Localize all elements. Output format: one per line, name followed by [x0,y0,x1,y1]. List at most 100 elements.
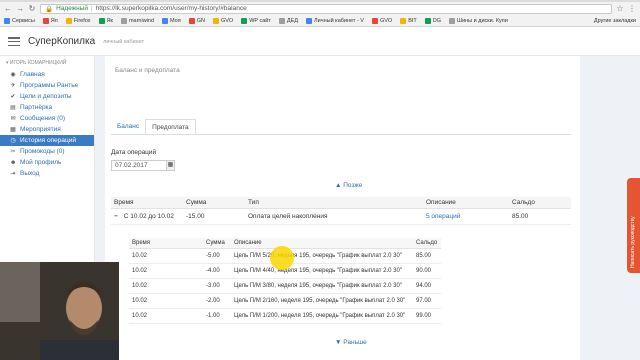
url-text: https://lk.superkopilka.com/user/my-hist… [95,5,247,12]
sidebar-item[interactable]: ✂ Промокоды (0) [0,146,94,157]
feedback-tab[interactable]: Написать руководству [627,178,640,273]
bookmark-icon [4,17,10,24]
bookmark-item[interactable]: Яп [42,17,58,24]
bookmark-item[interactable]: marniwind [120,17,155,24]
sidebar-item[interactable]: ☻ Мой профиль [0,157,94,168]
sidebar-item[interactable]: ◷ История операций [0,135,94,146]
sidebar-item-label: Партнёрка [20,104,53,111]
date-input[interactable] [112,161,166,170]
sub-col-balance: Сальдо [413,238,441,249]
details-sum: -2.00 [203,293,231,309]
details-desc: Цель П/М 1/200, неделя 195, очередь "Гра… [231,308,413,324]
bookmark-item[interactable]: Шины и диски. Купи [449,17,508,24]
sidebar-item[interactable]: ▦ Мероприятия [0,124,94,135]
other-bookmarks[interactable]: Другие закладки [594,18,636,24]
collapse-toggle[interactable]: − [114,213,118,220]
sidebar-item[interactable]: ⇥ Выход [0,168,94,179]
col-type: Тип [245,197,423,209]
col-time: Время [111,197,183,209]
check-icon: ✔ [10,94,16,100]
bookmark-icon [120,17,127,24]
bookmark-label: DG [432,17,442,24]
bookmark-icon [162,17,169,24]
bookmark-label: Як [106,17,113,24]
user-name: ▾ ИГОРЬ КОМАРНИЦКИЙ [6,60,67,66]
bookmark-icon [98,17,105,24]
bookmark-icon [449,17,456,24]
sidebar-item[interactable]: ✉ Сообщения (0) [0,113,94,124]
table-header-row: Время Сумма Тип Описание Сальдо [111,197,571,209]
url-separator: | [90,5,93,12]
star-icon[interactable]: ☆ [616,4,624,13]
details-sum: -1.00 [203,308,231,324]
bookmark-item[interactable]: GVO [371,17,392,24]
sub-col-sum: Сумма [203,238,231,249]
bookmark-item[interactable]: GN [188,17,205,24]
webcam-overlay [0,262,119,360]
sub-col-time: Время [129,238,203,249]
details-row: 10.02 -2.00 Цель П/М 2/160, неделя 195, оч… [129,293,441,309]
back-icon[interactable]: ← [4,4,12,13]
tab-balance[interactable]: Баланс [111,119,145,135]
bookmark-item[interactable]: ДЕД [278,17,298,24]
forward-icon[interactable]: → [16,4,24,13]
tabs: Баланс Предоплата [111,119,196,135]
presenter-video [0,262,119,360]
sidebar-item[interactable]: ✔ Цели и депозиты [0,91,94,102]
cursor-highlight [270,246,294,270]
row-time-cell: − С 10.02 до 10.02 [111,208,183,225]
bookmark-item[interactable]: DG [424,17,442,24]
sidebar-item-label: Выход [20,170,40,177]
bookmark-icon [212,17,219,24]
calendar-icon[interactable]: ▦ [166,161,174,170]
sidebar-item[interactable]: ◉ Главная [0,69,94,80]
bookmark-label: Сервисы [12,17,35,24]
bookmark-item[interactable]: Як [98,17,113,24]
reload-icon[interactable]: ↻ [28,4,36,13]
app-header: СуперКопилка личный кабинет [0,28,640,56]
earlier-link[interactable]: ▼ Раньше [335,339,367,346]
later-link[interactable]: ▲ Позже [335,182,362,189]
details-desc: Цель П/М 5/20, неделя 195, очередь "Граф… [231,248,413,264]
bookmark-item[interactable]: Firefox [65,17,91,24]
row-type: Оплата целей накопления [245,208,423,225]
sidebar-item-label: Главная [20,71,45,78]
menu-icon[interactable]: ⋮ [628,4,636,13]
bookmark-icon [42,17,49,24]
sidebar-item[interactable]: ▤ Партнёрка [0,102,94,113]
calendar-icon: ▦ [10,127,16,133]
bookmark-label: WP сайт [249,17,271,24]
bookmark-icon [188,17,195,24]
details-time: 10.02 [129,278,203,294]
bookmark-item[interactable]: Сервисы [4,17,35,24]
details-desc: Цель П/М 3/80, неделя 195, очередь "Граф… [231,278,413,294]
bookmark-item[interactable]: WP сайт [241,17,271,24]
bookmark-item[interactable]: GVO [212,17,233,24]
bookmark-label: BIT [408,17,417,24]
url-field[interactable]: 🔒 Надежный | https://lk.superkopilka.com… [40,3,612,14]
sidebar-item-label: Промокоды (0) [20,148,65,155]
user-icon: ☻ [10,159,17,166]
details-balance: 85.00 [413,248,441,264]
sidebar-item[interactable]: ✈ Программы Рантье [0,80,94,91]
tab-prepayment[interactable]: Предоплата [145,119,196,135]
row-description-link[interactable]: 5 операций [423,208,509,225]
bookmark-label: marniwind [128,17,155,24]
details-row: 10.02 -3.00 Цель П/М 3/80, неделя 195, оче… [129,278,441,294]
details-time: 10.02 [129,308,203,324]
sidebar-item-label: История операций [20,137,76,144]
col-sum: Сумма [183,197,245,209]
bookmark-item[interactable]: Моя [162,17,181,24]
details-desc: Цель П/М 4/40, неделя 195, очередь "Граф… [231,263,413,279]
bookmark-item[interactable]: Личный кабинет - V [306,17,364,24]
hamburger-icon[interactable] [8,37,20,46]
sidebar-item-label: Мой профиль [20,159,62,166]
panel-title: Баланс и предоплата [115,67,180,74]
sidebar-item-label: Сообщения (0) [20,115,66,122]
bookmark-label: Яп [50,17,58,24]
details-row: 10.02 -1.00 Цель П/М 1/200, неделя 195, оч… [129,308,441,324]
bookmark-label: Шины и диски. Купи [457,17,508,24]
bookmark-item[interactable]: BIT [400,17,417,24]
sidebar-item-label: Цели и депозиты [20,93,72,100]
brand-name[interactable]: СуперКопилка [28,36,95,47]
